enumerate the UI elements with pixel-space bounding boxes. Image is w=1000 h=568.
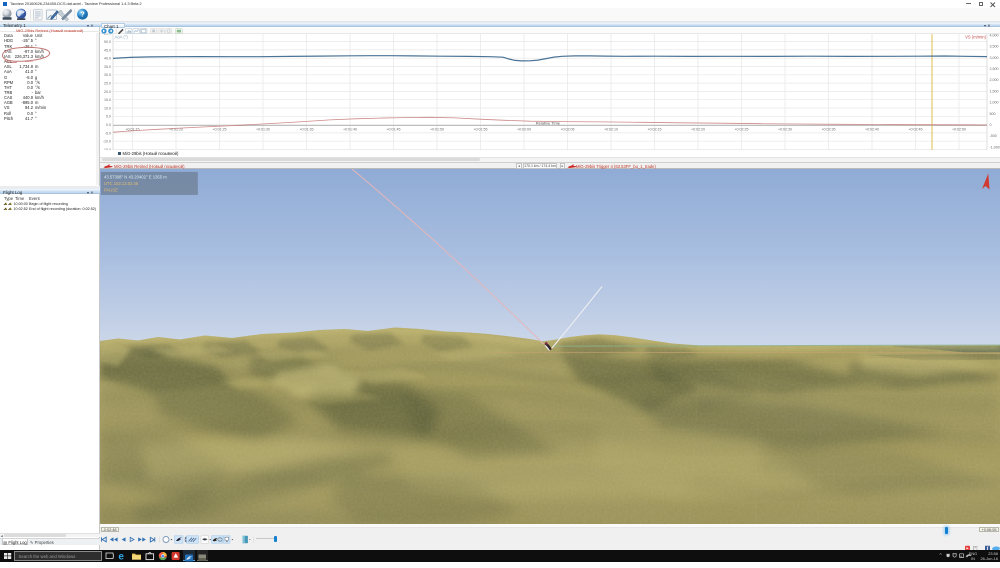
svg-text:35.0: 35.0 [104, 65, 111, 69]
svg-text:-1,000: -1,000 [990, 145, 1000, 149]
svg-text:43.57308° N 43.20402° E 135: 43.57308° N 43.20402° E 1355 m [104, 174, 167, 179]
svg-text:10.0: 10.0 [104, 106, 111, 110]
svg-text:+0:01:50: +0:01:50 [430, 128, 444, 132]
svg-text:3,000: 3,000 [990, 56, 999, 60]
svg-text:+0:01:45: +0:01:45 [386, 128, 400, 132]
svg-text:+0:02:20: +0:02:20 [691, 128, 705, 132]
svg-text:+0:02:45: +0:02:45 [908, 128, 922, 132]
svg-text:+0:02:40: +0:02:40 [865, 128, 879, 132]
svg-text:+0:02:25: +0:02:25 [734, 128, 748, 132]
svg-text:+0:01:35: +0:01:35 [299, 128, 313, 132]
svg-text:+0:02:50: +0:02:50 [952, 128, 966, 132]
svg-text:55.0: 55.0 [104, 34, 111, 36]
svg-text:-10.0: -10.0 [103, 140, 111, 144]
svg-text:+0:01:30: +0:01:30 [256, 128, 270, 132]
svg-text:500: 500 [990, 112, 996, 116]
svg-text:15.0: 15.0 [104, 98, 111, 102]
svg-text:AoA (°): AoA (°) [115, 35, 129, 40]
svg-text:+0:02:10: +0:02:10 [604, 128, 618, 132]
svg-text:+0:02:05: +0:02:05 [560, 128, 574, 132]
svg-text:+0:01:55: +0:01:55 [473, 128, 487, 132]
svg-text:1,500: 1,500 [990, 89, 999, 93]
svg-text:0: 0 [990, 123, 992, 127]
svg-text:3,500: 3,500 [990, 45, 999, 49]
svg-text:1,000: 1,000 [990, 101, 999, 105]
svg-text:+0:01:25: +0:01:25 [212, 128, 226, 132]
svg-text:?: ? [80, 10, 85, 19]
svg-text:2,500: 2,500 [990, 67, 999, 71]
svg-text:-5.0: -5.0 [105, 131, 111, 135]
svg-text:+0:02:15: +0:02:15 [647, 128, 661, 132]
svg-text:UTC 153.13.02.46: UTC 153.13.02.46 [104, 181, 139, 186]
svg-text:VS (m/min): VS (m/min) [965, 35, 987, 40]
svg-text:+0:01:40: +0:01:40 [343, 128, 357, 132]
svg-text:PAUSE: PAUSE [104, 188, 118, 193]
svg-text:+0:02:00: +0:02:00 [517, 128, 531, 132]
svg-text:4,000: 4,000 [990, 34, 999, 37]
svg-text:50.0: 50.0 [104, 40, 111, 44]
svg-text:20.0: 20.0 [104, 90, 111, 94]
svg-text:40.0: 40.0 [104, 57, 111, 61]
svg-text:5.0: 5.0 [106, 115, 111, 119]
svg-text:-15.0: -15.0 [103, 148, 111, 150]
svg-text:e: e [118, 551, 124, 562]
svg-text:+0:02:35: +0:02:35 [821, 128, 835, 132]
svg-text:30.0: 30.0 [104, 73, 111, 77]
svg-text:45.0: 45.0 [104, 48, 111, 52]
svg-text:0.0: 0.0 [106, 123, 111, 127]
svg-text:2,000: 2,000 [990, 78, 999, 82]
svg-text:+0:02:30: +0:02:30 [778, 128, 792, 132]
svg-text:25.0: 25.0 [104, 82, 111, 86]
svg-text:-500: -500 [990, 134, 997, 138]
